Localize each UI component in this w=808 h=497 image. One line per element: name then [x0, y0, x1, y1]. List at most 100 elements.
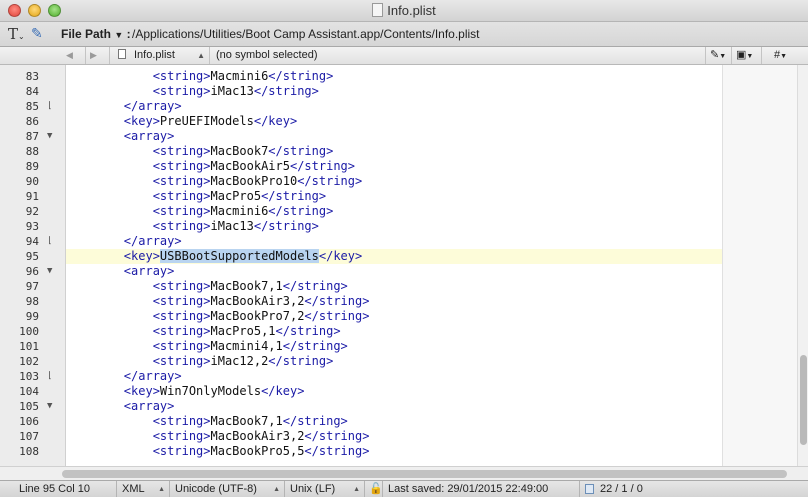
gutter-line: 86 [0, 114, 65, 129]
symbol-popup-label: (no symbol selected) [216, 49, 318, 61]
document-icon [118, 49, 126, 59]
xml-text: iMac13 [210, 219, 254, 233]
xml-text: MacBookPro10 [210, 174, 298, 188]
xml-tag: <key> [123, 249, 160, 263]
fold-disclosure-icon[interactable]: ▼ [47, 399, 52, 414]
chevron-down-icon: ▼ [746, 53, 754, 60]
xml-text: PreUEFIModels [159, 114, 254, 128]
code-line[interactable]: <string>Macmini6</string> [66, 69, 722, 84]
code-editor[interactable]: <string>Macmini6</string> <string>iMac13… [66, 65, 722, 466]
xml-text: MacBookPro5,5 [210, 444, 305, 458]
line-number: 86 [25, 115, 39, 128]
document-counts: 22 / 1 / 0 [580, 481, 662, 497]
vertical-scrollbar[interactable] [797, 65, 808, 466]
code-line[interactable]: <string>MacBookAir3,2</string> [66, 429, 722, 444]
gutter-line: 98 [0, 294, 65, 309]
line-number: 106 [19, 415, 39, 428]
clippings-button[interactable]: ▣▼ [732, 47, 762, 64]
code-line[interactable]: <string>MacPro5,1</string> [66, 324, 722, 339]
gutter-line: 99 [0, 309, 65, 324]
code-line[interactable]: <string>iMac13</string> [66, 84, 722, 99]
code-line[interactable]: <key>Win7OnlyModels</key> [66, 384, 722, 399]
gutter-line: 105 ▼ [0, 399, 65, 414]
xml-tag: <string> [152, 429, 211, 443]
xml-text: MacBook7,1 [210, 414, 283, 428]
code-line[interactable]: <string>MacBookPro10</string> [66, 174, 722, 189]
code-line[interactable]: <string>MacPro5</string> [66, 189, 722, 204]
code-line[interactable]: <string>Macmini4,1</string> [66, 339, 722, 354]
xml-tag: </array> [123, 99, 182, 113]
code-line[interactable]: <array> [66, 399, 722, 414]
pen-icon: ✎ [710, 49, 720, 61]
code-line[interactable]: <string>MacBookAir3,2</string> [66, 294, 722, 309]
fold-end-icon[interactable]: ⌊ [47, 234, 52, 249]
language-label: XML [122, 483, 145, 495]
code-line[interactable]: <string>iMac13</string> [66, 219, 722, 234]
code-line[interactable]: </array> [66, 369, 722, 384]
language-popup[interactable]: XML ▲▼ [117, 481, 170, 497]
line-endings-popup[interactable]: Unix (LF) ▲▼ [285, 481, 365, 497]
fold-disclosure-icon[interactable]: ▼ [47, 129, 52, 144]
code-line[interactable]: <array> [66, 129, 722, 144]
xml-text: MacBook7 [210, 144, 269, 158]
xml-text: MacPro5 [210, 189, 262, 203]
status-bar: Line 95 Col 10 XML ▲▼ Unicode (UTF-8) ▲▼ U… [0, 480, 808, 497]
path-separator: : [126, 27, 131, 41]
line-number: 102 [19, 355, 39, 368]
file-path-value: /Applications/Utilities/Boot Camp Assist… [132, 27, 480, 41]
gutter-line: 101 [0, 339, 65, 354]
xml-tag: <string> [152, 189, 211, 203]
vertical-scrollbar-thumb[interactable] [800, 355, 807, 445]
horizontal-scrollbar[interactable] [0, 466, 808, 480]
code-line[interactable]: <key>PreUEFIModels</key> [66, 114, 722, 129]
xml-tag: <key> [123, 384, 160, 398]
chevron-down-icon: ▼ [114, 30, 124, 40]
xml-tag: </string> [268, 354, 334, 368]
xml-tag: </string> [304, 309, 370, 323]
code-line[interactable]: <string>Macmini6</string> [66, 204, 722, 219]
gutter-line: 104 [0, 384, 65, 399]
xml-tag: <string> [152, 69, 211, 83]
code-line[interactable]: <string>MacBookPro7,2</string> [66, 309, 722, 324]
line-jump-button[interactable]: #▼ [762, 47, 808, 64]
current-code-line[interactable]: <key>USBBootSupportedModels</key> [66, 249, 722, 264]
line-number: 84 [25, 85, 39, 98]
lock-icon[interactable]: 🔓 [365, 481, 383, 497]
code-line[interactable]: </array> [66, 99, 722, 114]
xml-tag: </string> [268, 69, 334, 83]
title-bar: Info.plist [0, 0, 808, 22]
line-number: 107 [19, 430, 39, 443]
code-line[interactable]: <string>MacBookAir5</string> [66, 159, 722, 174]
forward-button[interactable]: ▶ [86, 47, 110, 64]
encoding-popup[interactable]: Unicode (UTF-8) ▲▼ [170, 481, 285, 497]
xml-tag: </string> [268, 204, 334, 218]
navigation-bar: ◀ ▶ Info.plist ▲▼ (no symbol selected) ✎… [0, 47, 808, 77]
code-line[interactable]: <string>MacBook7</string> [66, 144, 722, 159]
file-path-label: File Path [61, 27, 112, 41]
gutter-line: 84 [0, 84, 65, 99]
fold-end-icon[interactable]: ⌊ [47, 369, 52, 384]
line-number: 97 [25, 280, 39, 293]
symbol-popup[interactable]: (no symbol selected) [210, 47, 706, 64]
script-menu-icon[interactable]: ✎ [31, 25, 43, 42]
clippings-icon: ▣ [736, 49, 747, 61]
xml-tag: </string> [282, 339, 348, 353]
markup-tool-button[interactable]: ✎▼ [706, 47, 732, 64]
code-line[interactable]: <string>MacBookPro5,5</string> [66, 444, 722, 459]
fold-end-icon[interactable]: ⌊ [47, 99, 52, 114]
code-line[interactable]: <string>MacBook7,1</string> [66, 414, 722, 429]
code-line[interactable]: </array> [66, 234, 722, 249]
xml-tag: <array> [123, 399, 175, 413]
xml-tag: </string> [304, 429, 370, 443]
line-number: 108 [19, 445, 39, 458]
file-popup[interactable]: Info.plist ▲▼ [110, 47, 210, 77]
code-line[interactable]: <array> [66, 264, 722, 279]
back-button[interactable]: ◀ [62, 47, 86, 64]
file-path-menu[interactable]: File Path ▼ : [61, 27, 131, 41]
code-line[interactable]: <string>iMac12,2</string> [66, 354, 722, 369]
horizontal-scrollbar-thumb[interactable] [62, 470, 787, 478]
line-number-gutter: 83 84 85 ⌊ 86 87 ▼ 88 89 90 91 92 93 94 ⌊ 95 96 ▼ 97 98 99 10… [0, 65, 66, 466]
code-line[interactable]: <string>MacBook7,1</string> [66, 279, 722, 294]
text-tool-icon[interactable]: T⌄ [8, 25, 25, 43]
fold-disclosure-icon[interactable]: ▼ [47, 264, 52, 279]
